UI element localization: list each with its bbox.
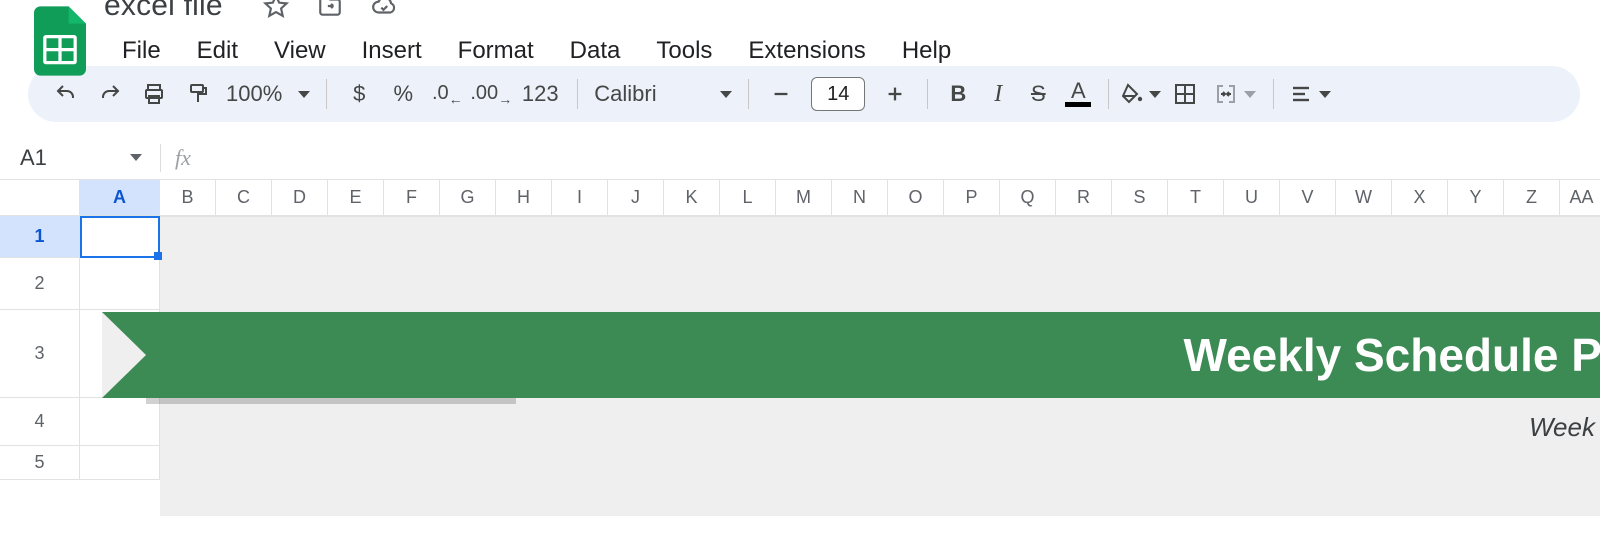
document-title[interactable]: excel file bbox=[104, 0, 223, 23]
row-header[interactable]: 1 bbox=[0, 216, 80, 258]
column-header-row: A B C D E F G H I J K L M N O P Q R S T … bbox=[0, 180, 1600, 216]
title-banner: Weekly Schedule Planner bbox=[102, 312, 1600, 398]
column-header[interactable]: M bbox=[776, 180, 832, 216]
menu-help[interactable]: Help bbox=[884, 31, 969, 71]
column-header[interactable]: B bbox=[160, 180, 216, 216]
number-format-dropdown[interactable]: 123 bbox=[513, 72, 567, 116]
select-all-corner[interactable] bbox=[0, 180, 80, 216]
zoom-value: 100% bbox=[226, 81, 282, 107]
row-header[interactable]: 3 bbox=[0, 310, 80, 398]
separator bbox=[927, 79, 928, 109]
fx-icon: fx bbox=[161, 145, 205, 171]
column-header[interactable]: Z bbox=[1504, 180, 1560, 216]
name-box[interactable]: A1 bbox=[0, 136, 160, 179]
week-of-line: Week of: 7/17/2023 bbox=[1529, 412, 1600, 443]
column-header[interactable]: N bbox=[832, 180, 888, 216]
column-header[interactable]: C bbox=[216, 180, 272, 216]
column-header[interactable]: S bbox=[1112, 180, 1168, 216]
formula-bar-input[interactable] bbox=[205, 136, 1600, 179]
zoom-dropdown[interactable]: 100% bbox=[220, 81, 316, 107]
menu-data[interactable]: Data bbox=[552, 31, 639, 71]
menu-insert[interactable]: Insert bbox=[344, 31, 440, 71]
column-header[interactable]: U bbox=[1224, 180, 1280, 216]
decrease-decimal-button[interactable]: .0← bbox=[425, 72, 469, 116]
column-header[interactable]: AA bbox=[1560, 180, 1600, 216]
column-header[interactable]: V bbox=[1280, 180, 1336, 216]
strikethrough-button[interactable]: S bbox=[1018, 74, 1058, 114]
column-header[interactable]: K bbox=[664, 180, 720, 216]
separator bbox=[1108, 79, 1109, 109]
fill-color-button[interactable] bbox=[1119, 74, 1163, 114]
column-header[interactable]: P bbox=[944, 180, 1000, 216]
bold-button[interactable]: B bbox=[938, 74, 978, 114]
banner-title: Weekly Schedule Planner bbox=[1184, 328, 1600, 382]
row-header[interactable]: 2 bbox=[0, 258, 80, 310]
column-header[interactable]: E bbox=[328, 180, 384, 216]
menu-edit[interactable]: Edit bbox=[179, 31, 256, 71]
column-header[interactable]: D bbox=[272, 180, 328, 216]
menu-file[interactable]: File bbox=[104, 31, 179, 71]
chevron-down-icon bbox=[298, 91, 310, 98]
redo-button[interactable] bbox=[88, 72, 132, 116]
row-header-column: 1 2 3 4 5 bbox=[0, 216, 80, 480]
chevron-down-icon bbox=[1244, 91, 1256, 98]
cloud-status-icon[interactable] bbox=[371, 0, 397, 19]
column-header[interactable]: G bbox=[440, 180, 496, 216]
column-header[interactable]: W bbox=[1336, 180, 1392, 216]
font-name: Calibri bbox=[594, 81, 656, 107]
text-color-button[interactable]: A bbox=[1058, 82, 1098, 107]
chevron-down-icon bbox=[1319, 91, 1331, 98]
menu-tools[interactable]: Tools bbox=[638, 31, 730, 71]
row-header[interactable]: 4 bbox=[0, 398, 80, 446]
currency-button[interactable]: $ bbox=[337, 72, 381, 116]
font-size-input[interactable]: 14 bbox=[811, 77, 865, 111]
menu-view[interactable]: View bbox=[256, 31, 344, 71]
separator bbox=[748, 79, 749, 109]
sheet-canvas[interactable]: Weekly Schedule Planner Week of: 7/17/20… bbox=[80, 216, 1600, 480]
menu-extensions[interactable]: Extensions bbox=[730, 31, 883, 71]
italic-button[interactable]: I bbox=[978, 74, 1018, 114]
column-header[interactable]: Y bbox=[1448, 180, 1504, 216]
chevron-down-icon bbox=[130, 154, 142, 161]
cell-reference: A1 bbox=[20, 145, 47, 171]
decrease-font-size-button[interactable] bbox=[759, 72, 803, 116]
increase-font-size-button[interactable] bbox=[873, 72, 917, 116]
toolbar: 100% $ % .0← .00→ 123 Calibri 14 B I S A bbox=[28, 66, 1580, 122]
menu-format[interactable]: Format bbox=[440, 31, 552, 71]
star-icon[interactable] bbox=[263, 0, 289, 19]
merge-cells-button[interactable] bbox=[1207, 72, 1263, 116]
increase-decimal-button[interactable]: .00→ bbox=[469, 72, 513, 116]
column-header[interactable]: L bbox=[720, 180, 776, 216]
borders-button[interactable] bbox=[1163, 72, 1207, 116]
chevron-down-icon bbox=[1149, 91, 1161, 98]
column-header[interactable]: I bbox=[552, 180, 608, 216]
column-header[interactable]: Q bbox=[1000, 180, 1056, 216]
horizontal-align-button[interactable] bbox=[1284, 72, 1336, 116]
chevron-down-icon bbox=[720, 91, 732, 98]
separator bbox=[1273, 79, 1274, 109]
active-cell[interactable] bbox=[80, 216, 160, 258]
sheets-logo[interactable] bbox=[34, 6, 86, 76]
column-header[interactable]: A bbox=[80, 180, 160, 216]
separator bbox=[326, 79, 327, 109]
undo-button[interactable] bbox=[44, 72, 88, 116]
column-header[interactable]: J bbox=[608, 180, 664, 216]
column-header[interactable]: R bbox=[1056, 180, 1112, 216]
row-header[interactable]: 5 bbox=[0, 446, 80, 480]
move-to-folder-icon[interactable] bbox=[317, 0, 343, 19]
week-of-label: Week of: bbox=[1529, 412, 1600, 442]
column-header[interactable]: T bbox=[1168, 180, 1224, 216]
banner-shadow bbox=[146, 398, 516, 404]
font-family-dropdown[interactable]: Calibri bbox=[588, 81, 738, 107]
column-header[interactable]: F bbox=[384, 180, 440, 216]
paint-format-button[interactable] bbox=[176, 72, 220, 116]
separator bbox=[577, 79, 578, 109]
percent-button[interactable]: % bbox=[381, 72, 425, 116]
column-header[interactable]: X bbox=[1392, 180, 1448, 216]
print-button[interactable] bbox=[132, 72, 176, 116]
column-header[interactable]: H bbox=[496, 180, 552, 216]
column-header[interactable]: O bbox=[888, 180, 944, 216]
